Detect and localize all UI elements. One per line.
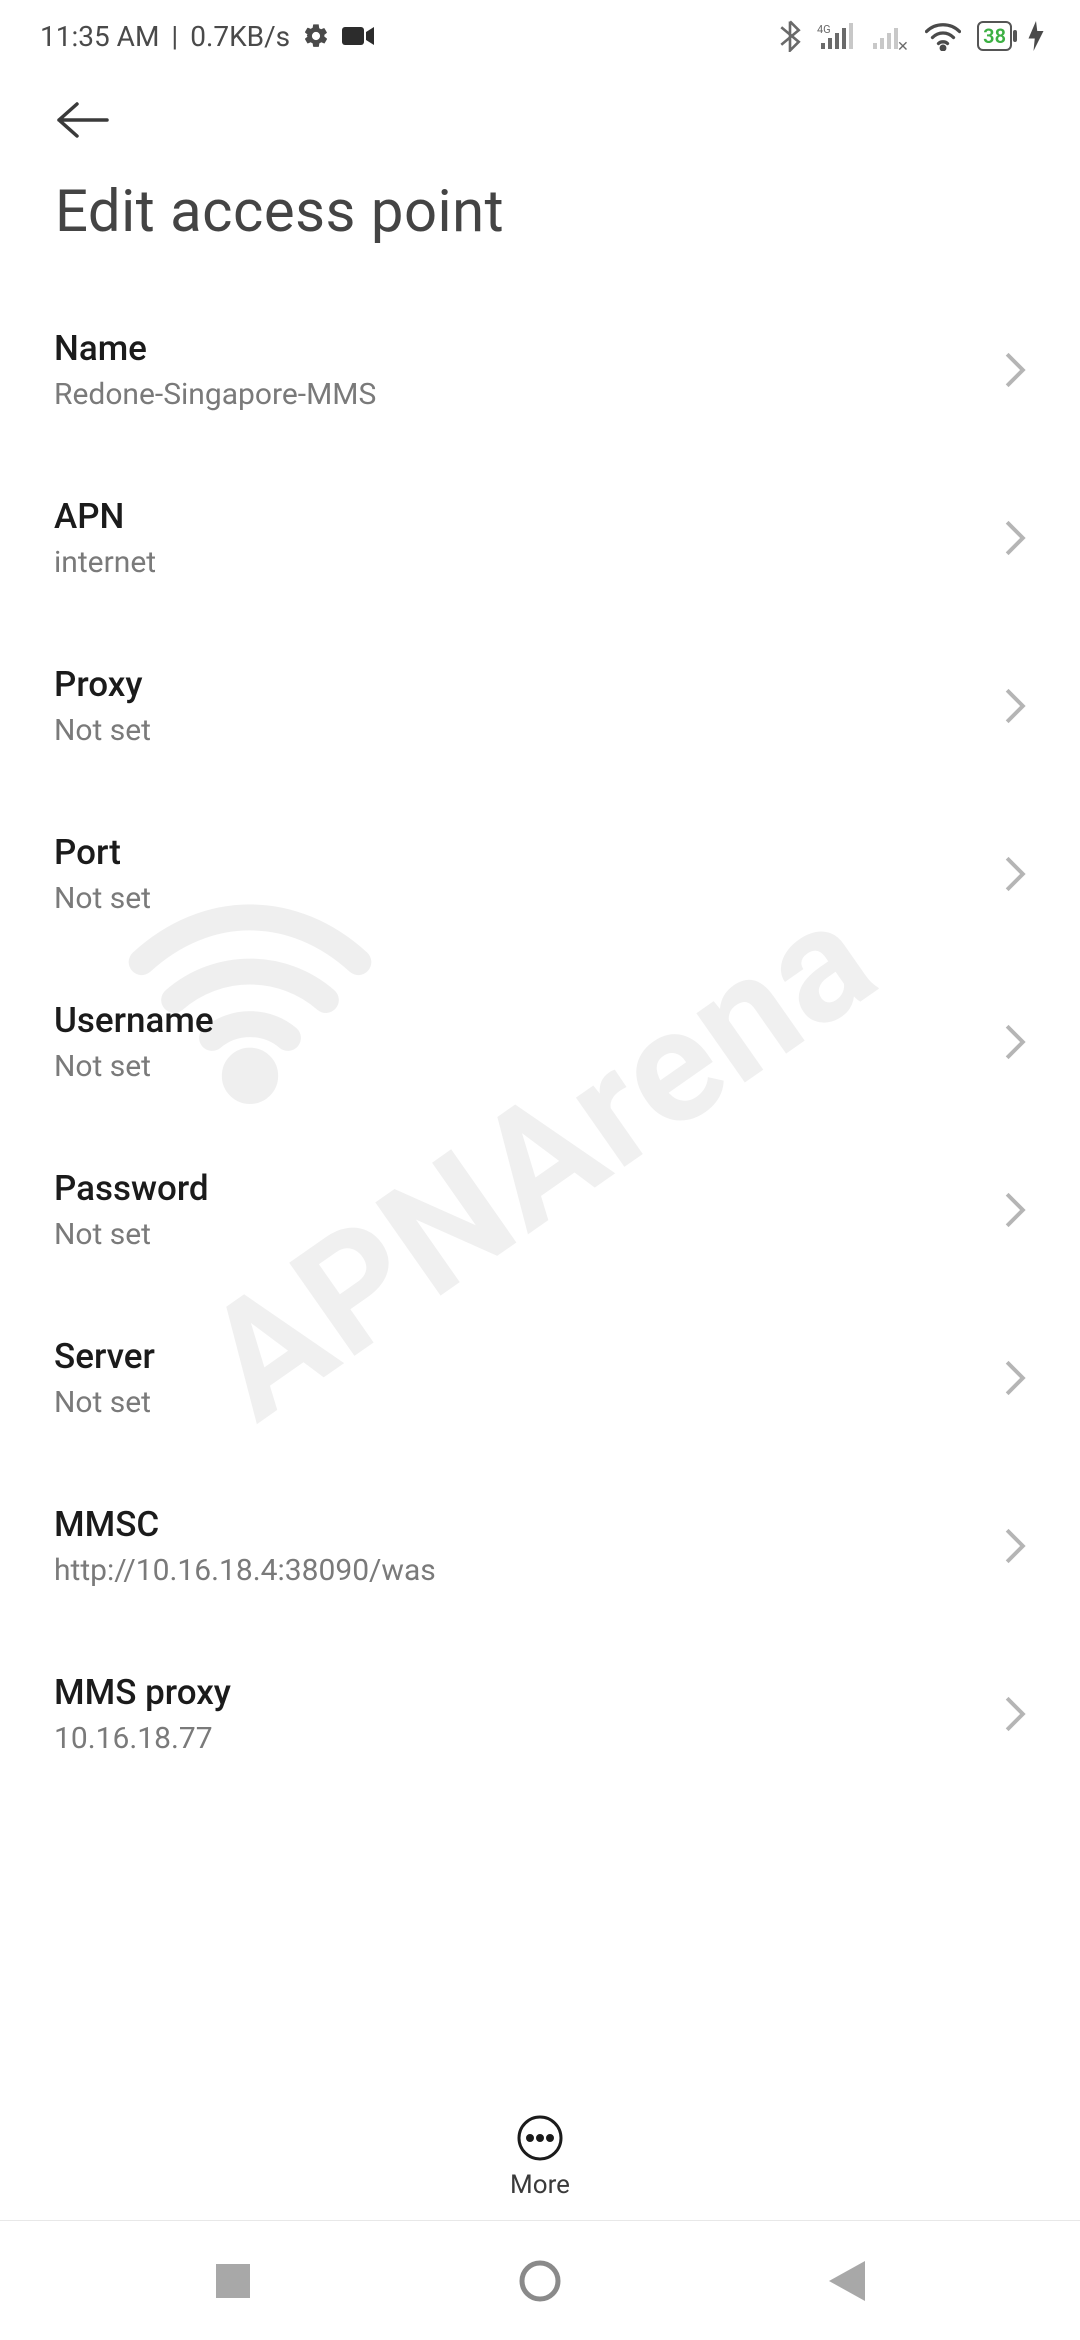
- more-button[interactable]: More: [0, 2114, 1080, 2200]
- status-time: 11:35 AM: [40, 20, 159, 53]
- setting-item-server[interactable]: Server Not set: [46, 1294, 1034, 1462]
- navigation-bar: [0, 2220, 1080, 2340]
- setting-value: Redone-Singapore-MMS: [54, 377, 376, 412]
- setting-item-port[interactable]: Port Not set: [46, 790, 1034, 958]
- setting-label: Password: [54, 1168, 209, 1209]
- setting-item-mmsc[interactable]: MMSC http://10.16.18.4:38090/was: [46, 1462, 1034, 1630]
- more-label: More: [510, 2170, 570, 2200]
- chevron-right-icon: [1004, 519, 1026, 557]
- triangle-left-icon: [829, 2261, 865, 2301]
- setting-value: http://10.16.18.4:38090/was: [54, 1553, 436, 1588]
- back-arrow-icon[interactable]: [55, 100, 111, 140]
- signal-no-sim-icon: ✕: [873, 21, 909, 51]
- chevron-right-icon: [1004, 1695, 1026, 1733]
- circle-icon: [518, 2259, 562, 2303]
- setting-value: internet: [54, 545, 156, 580]
- square-icon: [216, 2264, 250, 2298]
- status-speed: 0.7KB/s: [190, 20, 290, 53]
- battery-indicator: 38: [977, 21, 1012, 51]
- setting-item-apn[interactable]: APN internet: [46, 454, 1034, 622]
- bluetooth-icon: [779, 20, 801, 52]
- setting-value: Not set: [54, 1385, 155, 1420]
- nav-recent-button[interactable]: [203, 2251, 263, 2311]
- setting-value: Not set: [54, 881, 151, 916]
- setting-value: Not set: [54, 713, 151, 748]
- svg-text:4G: 4G: [817, 23, 831, 36]
- nav-home-button[interactable]: [510, 2251, 570, 2311]
- setting-label: Username: [54, 1000, 214, 1041]
- chevron-right-icon: [1004, 687, 1026, 725]
- nav-back-button[interactable]: [817, 2251, 877, 2311]
- page-title: Edit access point: [55, 178, 1025, 246]
- setting-value: Not set: [54, 1049, 214, 1084]
- chevron-right-icon: [1004, 1023, 1026, 1061]
- chevron-right-icon: [1004, 855, 1026, 893]
- setting-item-password[interactable]: Password Not set: [46, 1126, 1034, 1294]
- setting-label: Proxy: [54, 664, 151, 705]
- chevron-right-icon: [1004, 1359, 1026, 1397]
- setting-item-name[interactable]: Name Redone-Singapore-MMS: [46, 286, 1034, 454]
- status-bar: 11:35 AM | 0.7KB/s 4G ✕ 38: [0, 0, 1080, 72]
- chevron-right-icon: [1004, 1527, 1026, 1565]
- status-separator: |: [171, 20, 178, 53]
- setting-label: MMSC: [54, 1504, 436, 1545]
- setting-label: MMS proxy: [54, 1672, 231, 1713]
- more-dots-icon: [516, 2114, 564, 2162]
- setting-value: Not set: [54, 1217, 209, 1252]
- setting-label: Server: [54, 1336, 155, 1377]
- chevron-right-icon: [1004, 351, 1026, 389]
- setting-item-proxy[interactable]: Proxy Not set: [46, 622, 1034, 790]
- setting-item-mms-proxy[interactable]: MMS proxy 10.16.18.77: [46, 1630, 1034, 1756]
- setting-label: Port: [54, 832, 151, 873]
- setting-label: Name: [54, 328, 376, 369]
- wifi-icon: [925, 21, 961, 51]
- charging-icon: [1028, 21, 1044, 51]
- chevron-right-icon: [1004, 1191, 1026, 1229]
- signal-4g-icon: 4G: [817, 21, 857, 51]
- header: Edit access point: [0, 72, 1080, 286]
- camera-icon: [342, 25, 374, 47]
- setting-label: APN: [54, 496, 156, 537]
- settings-list: Name Redone-Singapore-MMS APN internet P…: [0, 286, 1080, 1756]
- setting-item-username[interactable]: Username Not set: [46, 958, 1034, 1126]
- setting-value: 10.16.18.77: [54, 1721, 231, 1756]
- gear-icon: [302, 22, 330, 50]
- svg-text:✕: ✕: [897, 39, 909, 51]
